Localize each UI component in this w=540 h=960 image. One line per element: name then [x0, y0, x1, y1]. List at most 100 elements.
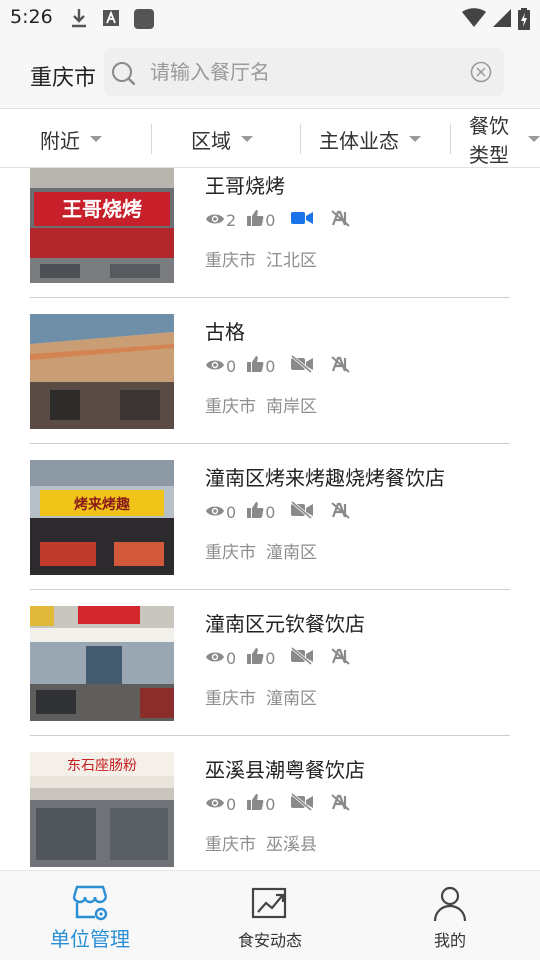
video-off-icon	[291, 354, 314, 377]
top-bar: 重庆市	[0, 36, 540, 108]
restaurant-name: 古格	[205, 320, 245, 344]
signal-icon	[492, 8, 512, 32]
restaurant-name: 潼南区元钦餐饮店	[205, 612, 365, 636]
no-ai-icon	[331, 501, 351, 523]
restaurant-name: 巫溪县潮粤餐饮店	[205, 758, 365, 782]
like-count: 0	[265, 356, 276, 376]
restaurant-photo	[30, 606, 174, 721]
nav-label: 我的	[433, 931, 466, 950]
caret-down-icon	[409, 136, 421, 142]
filter-label: 主体业态	[319, 128, 399, 153]
divider	[151, 124, 152, 154]
like-count: 0	[265, 794, 276, 814]
list-item[interactable]: 古格 0 0 重庆市 南岸区	[30, 298, 510, 444]
address-city: 重庆市	[205, 543, 256, 563]
restaurant-address: 重庆市 潼南区	[205, 684, 317, 709]
city-selector[interactable]: 重庆市	[30, 60, 96, 92]
sign-text: 王哥烧烤	[62, 197, 142, 221]
restaurant-name: 王哥烧烤	[205, 174, 285, 198]
eye-icon	[205, 795, 225, 814]
address-district: 潼南区	[266, 689, 317, 709]
video-off-icon	[291, 792, 314, 815]
divider	[450, 124, 451, 154]
list-item[interactable]: 东石座肠粉 巫溪县潮粤餐饮店 0 0 重庆市 巫溪县	[30, 736, 510, 870]
stats-row: 0 0	[205, 646, 351, 670]
no-ai-icon	[331, 355, 351, 377]
restaurant-address: 重庆市 潼南区	[205, 538, 317, 563]
trend-chart-icon	[250, 883, 290, 927]
address-district: 潼南区	[266, 543, 317, 563]
thumbs-up-icon	[246, 355, 264, 377]
restaurant-photo: 王哥烧烤	[30, 168, 174, 283]
thumbs-up-icon	[246, 793, 264, 815]
restaurant-address: 重庆市 巫溪县	[205, 830, 317, 855]
view-count: 0	[226, 356, 237, 376]
filter-business-type[interactable]: 主体业态	[319, 109, 421, 167]
nav-food-safety-news[interactable]: 食安动态	[180, 871, 360, 960]
clear-icon[interactable]	[470, 61, 492, 87]
nav-mine[interactable]: 我的	[360, 871, 540, 960]
restaurant-address: 重庆市 南岸区	[205, 392, 317, 417]
video-off-icon	[291, 646, 314, 669]
stats-row: 0 0	[205, 354, 351, 378]
video-off-icon	[291, 500, 314, 523]
caret-down-icon	[241, 136, 253, 142]
caret-down-icon	[90, 136, 102, 142]
nav-unit-management[interactable]: 单位管理	[0, 871, 180, 960]
view-count: 0	[226, 794, 237, 814]
download-icon	[70, 8, 88, 32]
address-district: 江北区	[266, 251, 317, 271]
like-count: 0	[265, 502, 276, 522]
address-city: 重庆市	[205, 689, 256, 709]
eye-icon	[205, 503, 225, 522]
address-district: 南岸区	[266, 397, 317, 417]
no-ai-icon	[331, 647, 351, 669]
thumbs-up-icon	[246, 209, 264, 231]
filter-nearby[interactable]: 附近	[40, 109, 102, 167]
list-item[interactable]: 王哥烧烤 王哥烧烤 2 0 重庆市 江北区	[30, 168, 510, 298]
caret-down-icon	[528, 136, 540, 142]
thumbs-up-icon	[246, 647, 264, 669]
no-ai-icon	[331, 793, 351, 815]
list-item[interactable]: 潼南区元钦餐饮店 0 0 重庆市 潼南区	[30, 590, 510, 736]
stats-row: 0 0	[205, 792, 351, 816]
user-icon	[430, 883, 470, 927]
nav-label: 单位管理	[50, 927, 130, 951]
list-item[interactable]: 烤来烤趣 潼南区烤来烤趣烧烤餐饮店 0 0 重庆市 潼南区	[30, 444, 510, 590]
video-camera-icon[interactable]	[291, 210, 314, 230]
stats-row: 0 0	[205, 500, 351, 524]
restaurant-name: 潼南区烤来烤趣烧烤餐饮店	[205, 466, 445, 490]
restaurant-address: 重庆市 江北区	[205, 246, 317, 271]
battery-charging-icon	[518, 8, 530, 34]
bottom-nav: 单位管理 食安动态 我的	[0, 870, 540, 960]
view-count: 2	[226, 210, 237, 230]
eye-icon	[205, 211, 225, 230]
search-input[interactable]	[150, 58, 460, 86]
like-count: 0	[265, 210, 276, 230]
like-count: 0	[265, 648, 276, 668]
restaurant-photo: 烤来烤趣	[30, 460, 174, 575]
search-icon	[110, 60, 138, 92]
view-count: 0	[226, 648, 237, 668]
filter-region[interactable]: 区域	[191, 109, 253, 167]
address-city: 重庆市	[205, 397, 256, 417]
sign-text: 东石座肠粉	[67, 758, 137, 774]
filter-label: 区域	[191, 128, 231, 153]
eye-icon	[205, 357, 225, 376]
status-time: 5:26	[10, 6, 53, 28]
nav-label: 食安动态	[237, 931, 302, 950]
no-ai-icon	[331, 209, 351, 231]
filter-catering-type[interactable]: 餐饮类型	[469, 109, 540, 167]
status-bar: 5:26	[0, 0, 540, 36]
address-district: 巫溪县	[266, 835, 317, 855]
store-gear-icon	[70, 883, 110, 927]
filter-label: 附近	[40, 128, 80, 153]
search-box[interactable]	[104, 48, 504, 96]
view-count: 0	[226, 502, 237, 522]
sign-text: 烤来烤趣	[74, 496, 131, 513]
address-city: 重庆市	[205, 835, 256, 855]
app-square-icon	[133, 8, 155, 34]
restaurant-photo: 东石座肠粉	[30, 752, 174, 867]
restaurant-list[interactable]: 王哥烧烤 王哥烧烤 2 0 重庆市 江北区 古格 0 0 重庆市 南岸区 烤来烤…	[0, 168, 540, 870]
text-a-icon	[102, 8, 120, 32]
